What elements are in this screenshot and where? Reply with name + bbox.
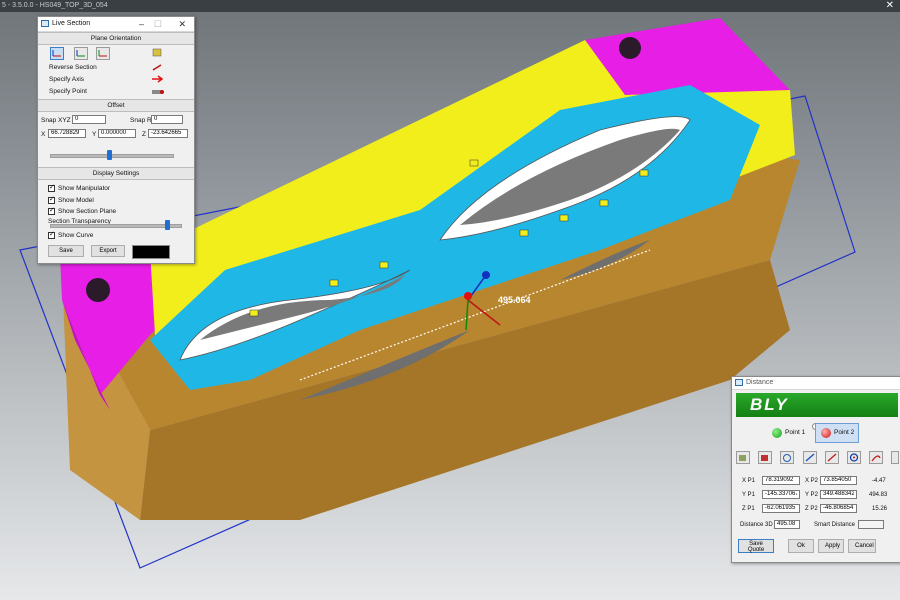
show-curve-checkbox[interactable] — [48, 230, 55, 239]
transparency-slider-track[interactable] — [50, 224, 182, 228]
ok-button[interactable]: Ok — [788, 539, 814, 553]
window-title: 5 - 3.5.0.0 - HS049_TOP_3D_054 — [2, 2, 108, 9]
plane-orientation-header: Plane Orientation — [38, 32, 194, 45]
show-manipulator-checkbox[interactable] — [48, 183, 55, 192]
plane-xz-button[interactable] — [50, 47, 64, 60]
cancel-button[interactable]: Cancel — [848, 539, 876, 553]
distance-title: Distance — [746, 379, 774, 386]
zp1-input[interactable] — [762, 504, 800, 513]
snap-xyz-input[interactable] — [72, 115, 106, 124]
point2-red-icon — [821, 428, 831, 438]
point2-button[interactable]: Point 2 — [815, 423, 859, 443]
smart-distance-input[interactable] — [858, 520, 884, 529]
specify-point-label: Specify Point — [49, 88, 87, 95]
panel-icon — [41, 20, 49, 27]
show-model-checkbox[interactable] — [48, 195, 55, 204]
zp2-input[interactable] — [820, 504, 857, 513]
xp1-input[interactable] — [762, 476, 800, 485]
snap-xyz-label: Snap XYZ — [41, 117, 71, 124]
line-measure-icon[interactable] — [803, 451, 817, 464]
bolt-hole-left — [86, 278, 110, 302]
x-label: X — [41, 131, 46, 138]
dy-value: 494.83 — [869, 492, 888, 498]
curve-measure-icon[interactable] — [869, 451, 883, 464]
distance-panel: Distance BLY Point 1 Point 2 X P1 X P2 -… — [731, 376, 900, 563]
show-section-plane-label: Show Section Plane — [58, 208, 117, 215]
snap-rot-input[interactable] — [151, 115, 183, 124]
box-measure-icon[interactable] — [736, 451, 750, 464]
x-offset-input[interactable] — [48, 129, 86, 138]
close-icon[interactable]: ✕ — [178, 17, 186, 31]
live-section-titlebar[interactable]: Live Section – ☐ ✕ — [38, 17, 194, 32]
reverse-section-label: Reverse Section — [49, 64, 97, 71]
display-settings-header: Display Settings — [38, 167, 194, 180]
distance3d-input[interactable] — [774, 520, 800, 529]
point1-green-icon — [772, 428, 782, 438]
distance-toolbar — [736, 451, 900, 466]
y-label: Y — [92, 131, 97, 138]
bly-banner: BLY — [736, 393, 898, 417]
distance-panel-icon — [735, 379, 743, 386]
show-curve-label: Show Curve — [58, 232, 94, 239]
offset-slider-thumb[interactable] — [106, 150, 112, 160]
point2-label: Point 2 — [834, 429, 855, 436]
yp2-label: Y P2 — [805, 492, 818, 498]
save-quote-button[interactable]: Save Quote — [738, 539, 774, 553]
z-offset-input[interactable] — [148, 129, 188, 138]
point1-label[interactable]: Point 1 — [785, 429, 805, 436]
plane-yz-button[interactable] — [74, 47, 88, 60]
show-section-plane-checkbox[interactable] — [48, 206, 55, 215]
smart-distance-label: Smart Distance — [814, 522, 856, 528]
save-button[interactable]: Save — [48, 245, 84, 257]
z-label: Z — [142, 131, 146, 138]
solid-measure-icon[interactable] — [758, 451, 772, 464]
live-section-panel: Live Section – ☐ ✕ Plane Orientation Rev… — [37, 16, 195, 264]
bolt-hole-right — [619, 37, 641, 59]
transparency-slider-thumb[interactable] — [165, 220, 170, 230]
yp2-input[interactable] — [820, 490, 857, 499]
plane-custom-icon[interactable] — [151, 47, 165, 60]
zp2-label: Z P2 — [805, 506, 818, 512]
minimize-icon[interactable]: – — [139, 17, 144, 31]
dx-value: -4.47 — [872, 478, 886, 484]
xp2-input[interactable] — [820, 476, 857, 485]
offset-header: Offset — [38, 99, 194, 112]
distance-titlebar[interactable]: Distance — [732, 377, 900, 390]
show-manipulator-label: Show Manipulator — [58, 185, 111, 192]
xp1-label: X P1 — [742, 478, 756, 484]
distance3d-label: Distance 3D — [740, 522, 773, 528]
specify-point-icon[interactable] — [151, 86, 165, 99]
apply-button[interactable]: Apply — [818, 539, 844, 553]
measure-value: 495.064 — [498, 295, 531, 305]
dz-value: 15.26 — [872, 506, 888, 512]
rotate-measure-icon[interactable] — [780, 451, 794, 464]
specify-axis-label: Specify Axis — [49, 76, 85, 83]
diagonal-measure-icon[interactable] — [825, 451, 839, 464]
y-offset-input[interactable] — [98, 129, 136, 138]
offset-slider-track[interactable] — [50, 154, 174, 158]
export-button[interactable]: Export — [91, 245, 125, 257]
yp1-input[interactable] — [762, 490, 800, 499]
zp1-label: Z P1 — [742, 506, 755, 512]
color-swatch[interactable] — [132, 245, 170, 259]
show-model-label: Show Model — [58, 197, 94, 204]
yp1-label: Y P1 — [742, 492, 755, 498]
app-titlebar: 5 - 3.5.0.0 - HS049_TOP_3D_054 ✕ — [0, 0, 900, 12]
xp2-label: X P2 — [805, 478, 819, 484]
circle-measure-icon[interactable] — [847, 451, 861, 464]
more-tools-icon[interactable] — [891, 451, 899, 464]
close-window-icon[interactable]: ✕ — [886, 0, 894, 12]
plane-xy-button[interactable] — [96, 47, 110, 60]
bly-logo: BLY — [750, 395, 789, 414]
live-section-title: Live Section — [52, 20, 91, 27]
maximize-icon: ☐ — [153, 19, 162, 29]
